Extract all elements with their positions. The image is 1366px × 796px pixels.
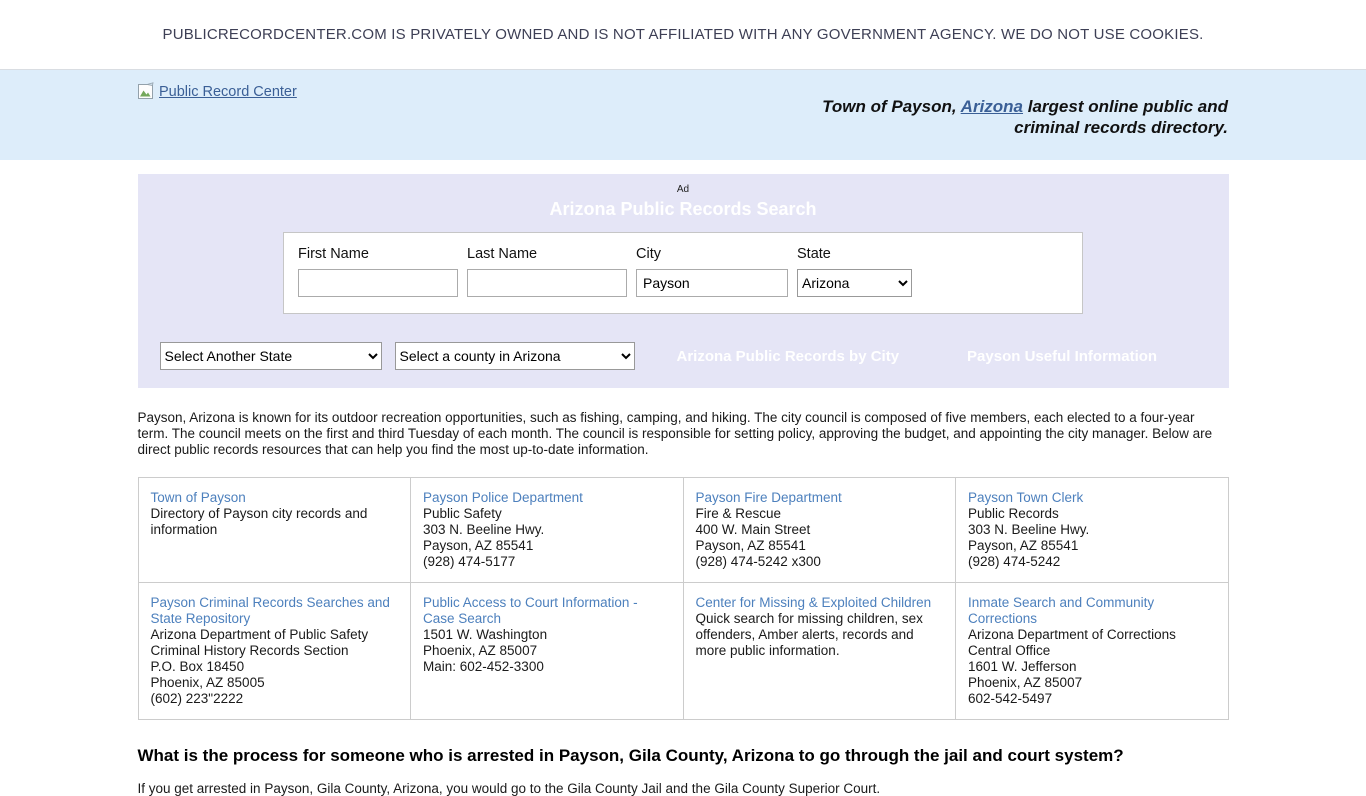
search-form: First Name Last Name City State Arizona <box>283 232 1083 314</box>
faq-answer: If you get arrested in Payson, Gila Coun… <box>138 781 1229 796</box>
resources-table: Town of Payson Directory of Payson city … <box>138 477 1229 720</box>
broken-image-icon <box>137 82 157 101</box>
disclaimer-text: PUBLICRECORDCENTER.COM IS PRIVATELY OWNE… <box>162 26 1203 43</box>
city-field: City <box>636 246 788 297</box>
resource-link[interactable]: Inmate Search and Community Corrections <box>968 595 1216 627</box>
resource-cell-court-information: Public Access to Court Information - Cas… <box>411 582 684 719</box>
logo-link[interactable]: Public Record Center <box>137 82 297 101</box>
last-name-label: Last Name <box>467 246 627 262</box>
another-state-dropdown[interactable]: Select Another State <box>160 342 382 370</box>
last-name-field: Last Name <box>467 246 627 297</box>
intro-paragraph: Payson, Arizona is known for its outdoor… <box>138 410 1229 458</box>
state-label: State <box>797 246 912 262</box>
resource-link[interactable]: Center for Missing & Exploited Children <box>696 595 944 611</box>
first-name-field: First Name <box>298 246 458 297</box>
tagline-suffix: largest online public and criminal recor… <box>1014 97 1228 137</box>
state-field: State Arizona <box>797 246 912 297</box>
resource-cell-police-department: Payson Police Department Public Safety 3… <box>411 477 684 582</box>
resource-link[interactable]: Payson Town Clerk <box>968 490 1216 506</box>
resource-cell-town-clerk: Payson Town Clerk Public Records 303 N. … <box>956 477 1229 582</box>
resource-link[interactable]: Payson Fire Department <box>696 490 944 506</box>
search-title: Arizona Public Records Search <box>138 199 1229 220</box>
tagline-prefix: Town of Payson, <box>822 97 961 116</box>
search-panel: Ad Arizona Public Records Search First N… <box>138 174 1229 388</box>
city-label: City <box>636 246 788 262</box>
header-tagline: Town of Payson, Arizona largest online p… <box>816 96 1228 138</box>
last-name-input[interactable] <box>467 269 627 297</box>
site-header: Public Record Center Town of Payson, Ari… <box>0 70 1366 160</box>
county-dropdown[interactable]: Select a county in Arizona <box>395 342 635 370</box>
state-dropdown[interactable]: Arizona <box>797 269 912 297</box>
ad-label: Ad <box>138 184 1229 196</box>
first-name-input[interactable] <box>298 269 458 297</box>
logo-text: Public Record Center <box>159 84 297 100</box>
useful-information-link[interactable]: Payson Useful Information <box>967 348 1157 365</box>
tagline-arizona-link[interactable]: Arizona <box>961 97 1023 116</box>
main-content: Ad Arizona Public Records Search First N… <box>138 174 1229 796</box>
resource-cell-inmate-search: Inmate Search and Community Corrections … <box>956 582 1229 719</box>
disclaimer-bar: PUBLICRECORDCENTER.COM IS PRIVATELY OWNE… <box>0 0 1366 70</box>
resource-link[interactable]: Payson Police Department <box>423 490 671 506</box>
resource-line: Directory of Payson city records and inf… <box>151 506 399 538</box>
faq-question: What is the process for someone who is a… <box>138 746 1229 766</box>
resource-link[interactable]: Payson Criminal Records Searches and Sta… <box>151 595 399 627</box>
records-by-city-link[interactable]: Arizona Public Records by City <box>677 348 900 365</box>
resource-link[interactable]: Town of Payson <box>151 490 399 506</box>
secondary-select-row: Select Another State Select a county in … <box>138 342 1229 370</box>
first-name-label: First Name <box>298 246 458 262</box>
resource-link[interactable]: Public Access to Court Information - Cas… <box>423 595 671 627</box>
city-input[interactable] <box>636 269 788 297</box>
resource-cell-fire-department: Payson Fire Department Fire & Rescue 400… <box>683 477 956 582</box>
resource-cell-town-of-payson: Town of Payson Directory of Payson city … <box>138 477 411 582</box>
resource-cell-missing-children: Center for Missing & Exploited Children … <box>683 582 956 719</box>
resource-cell-criminal-records: Payson Criminal Records Searches and Sta… <box>138 582 411 719</box>
